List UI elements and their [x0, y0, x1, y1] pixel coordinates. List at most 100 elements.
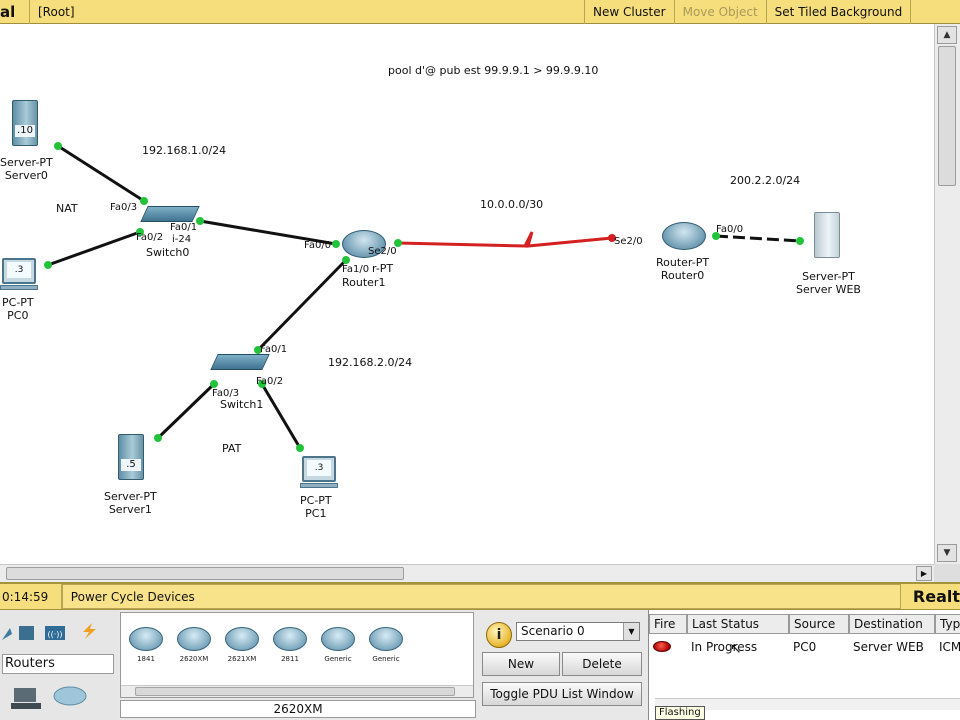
device-list-scroll-thumb[interactable] — [135, 687, 455, 696]
port-led — [54, 142, 62, 150]
serverweb-name: Server WEB — [796, 283, 861, 296]
pc1-type: PC-PT — [300, 494, 332, 507]
root-breadcrumb[interactable]: [Root] — [30, 0, 585, 24]
link-server0-switch0[interactable] — [57, 144, 145, 203]
simulation-clock: 0:14:59 — [0, 584, 62, 609]
port-label: Fa0/1 — [260, 344, 288, 355]
workspace-mode-label: al — [0, 0, 30, 24]
chevron-down-icon[interactable]: ▼ — [623, 623, 639, 640]
server0-badge: .10 — [15, 125, 35, 137]
selected-device-model: 2620XM — [120, 700, 476, 718]
device-model-2620xm[interactable]: 2620XM — [175, 627, 213, 663]
wan-emulation-category-icon[interactable] — [52, 684, 88, 708]
realtime-status-bar: 0:14:59 Power Cycle Devices Realt — [0, 582, 960, 610]
horizontal-scroll-thumb[interactable] — [6, 567, 404, 580]
info-icon[interactable]: i — [486, 622, 512, 648]
vertical-scroll-thumb[interactable] — [938, 46, 956, 186]
new-cluster-button[interactable]: New Cluster — [585, 0, 675, 24]
column-header-fire[interactable]: Fire — [649, 614, 687, 634]
scroll-up-icon[interactable]: ▲ — [937, 26, 957, 44]
canvas-horizontal-scrollbar[interactable]: ▶ — [0, 564, 934, 582]
switch-icon[interactable] — [140, 206, 200, 222]
pdu-table-header: Fire Last Status Source Destination Type — [649, 614, 960, 634]
network-label-lan1: 192.168.1.0/24 — [142, 144, 227, 157]
port-led — [44, 261, 52, 269]
network-label-web: 200.2.2.0/24 — [730, 174, 801, 187]
device-model-name: Generic — [324, 655, 352, 663]
link-pc0-switch0[interactable] — [47, 230, 141, 267]
device-list-scrollbar[interactable] — [121, 685, 473, 697]
power-cycle-devices-button[interactable]: Power Cycle Devices — [61, 584, 901, 609]
device-model-2621xm[interactable]: 2621XM — [223, 627, 261, 663]
router-icon[interactable] — [662, 222, 706, 250]
table-row[interactable]: In Progress PC0 Server WEB ICMP — [649, 638, 960, 656]
device-model-generic-2[interactable]: Generic — [367, 627, 405, 663]
nat-note: NAT — [56, 202, 78, 215]
switch0-model-fragment: i-24 — [172, 234, 192, 245]
new-scenario-button[interactable]: New — [482, 652, 560, 676]
router0-name: Router0 — [660, 269, 705, 282]
pc-keyboard — [300, 483, 338, 488]
pc-keyboard — [0, 285, 38, 290]
type-cell: ICMP — [939, 640, 960, 654]
router-model-icon — [321, 627, 355, 651]
server-icon[interactable]: .10 — [12, 100, 38, 146]
column-header-last-status[interactable]: Last Status — [687, 614, 789, 634]
link-router1-switch1[interactable] — [256, 258, 348, 352]
pc-icon[interactable]: .3 — [300, 456, 338, 488]
delete-scenario-button[interactable]: Delete — [562, 652, 642, 676]
connections-category-icon[interactable] — [78, 622, 100, 640]
device-model-generic-1[interactable]: Generic — [319, 627, 357, 663]
workspace-toolbar: al [Root] New Cluster Move Object Set Ti… — [0, 0, 960, 24]
router1-type: r-PT — [372, 262, 394, 275]
switch-icon[interactable] — [210, 354, 270, 370]
port-led — [332, 240, 340, 248]
switch1-name: Switch1 — [220, 398, 264, 411]
link-switch1-pc1[interactable] — [260, 383, 302, 449]
scenario-dropdown[interactable]: Scenario 0 ▼ — [516, 622, 640, 641]
fire-indicator-icon[interactable] — [653, 641, 671, 652]
router-model-icon — [369, 627, 403, 651]
scrollbar-corner — [934, 564, 960, 582]
canvas-vertical-scrollbar[interactable]: ▲ ▼ — [934, 24, 960, 564]
router-model-icon — [273, 627, 307, 651]
packet-tracer-window: al [Root] New Cluster Move Object Set Ti… — [0, 0, 960, 720]
device-model-2811[interactable]: 2811 — [271, 627, 309, 663]
column-header-source[interactable]: Source — [789, 614, 849, 634]
server0-type: Server-PT — [0, 156, 53, 169]
pc-icon[interactable]: .3 — [0, 258, 38, 290]
port-led — [210, 380, 218, 388]
column-header-destination[interactable]: Destination — [849, 614, 935, 634]
logical-workspace-canvas[interactable]: pool d'@ pub est 99.9.9.1 > 99.9.9.10 19… — [0, 24, 934, 564]
device-model-1841[interactable]: 1841 — [127, 627, 165, 663]
device-model-name: 2811 — [281, 655, 299, 663]
topology-links — [44, 142, 804, 452]
server1-label: Server-PT Server1 — [104, 490, 157, 516]
move-object-button[interactable]: Move Object — [675, 0, 767, 24]
scroll-down-icon[interactable]: ▼ — [937, 544, 957, 562]
link-switch1-server1[interactable] — [156, 382, 216, 440]
router1-name: Router1 — [342, 276, 386, 289]
hubs-category-icon[interactable]: ((·)) — [44, 624, 66, 642]
column-header-type[interactable]: Type — [935, 614, 960, 634]
device-model-name: 2620XM — [179, 655, 209, 663]
end-devices-category-icon[interactable] — [10, 684, 42, 712]
realtime-mode-tab[interactable]: Realt — [901, 587, 960, 606]
server1-type: Server-PT — [104, 490, 157, 503]
fire-cell[interactable] — [649, 638, 687, 656]
set-tiled-background-button[interactable]: Set Tiled Background — [767, 0, 912, 24]
link-router0-serverweb[interactable] — [715, 234, 801, 243]
scroll-right-icon[interactable]: ▶ — [916, 566, 932, 581]
mouse-cursor-icon: ↖ — [730, 641, 742, 657]
server1-badge: .5 — [121, 459, 141, 471]
pc1-label: PC-PT PC1 — [300, 494, 332, 520]
link-router1-router0-serial[interactable] — [397, 231, 613, 248]
switches-category-icon[interactable] — [16, 624, 38, 642]
toggle-pdu-list-button[interactable]: Toggle PDU List Window — [482, 682, 642, 706]
pc1-badge: .3 — [307, 460, 331, 476]
switch0-name: Switch0 — [146, 246, 190, 259]
server-icon[interactable]: .5 — [118, 434, 144, 480]
destination-cell: Server WEB — [853, 640, 924, 654]
server-icon[interactable] — [814, 212, 840, 258]
svg-text:((·)): ((·)) — [47, 630, 62, 639]
